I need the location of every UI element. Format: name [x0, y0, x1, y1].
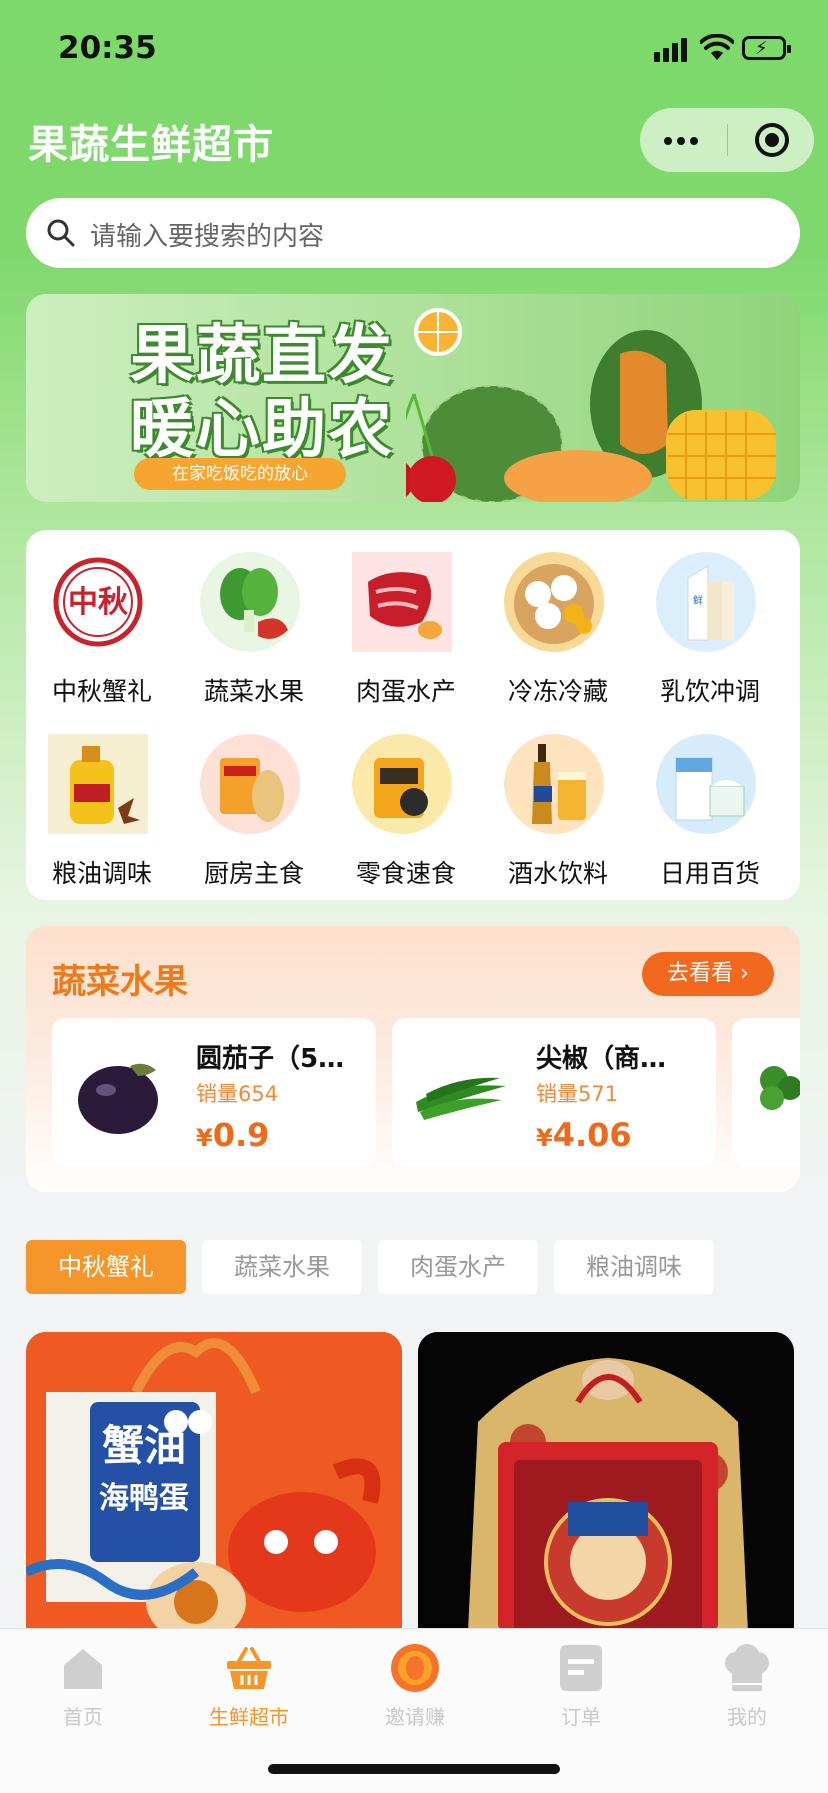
category-label: 乳饮冲调 [659, 677, 760, 706]
broccoli-image [760, 1066, 800, 1110]
category-item[interactable]: 蔬菜水果 [178, 530, 330, 706]
see-more-button[interactable]: 去看看 › [642, 952, 774, 996]
signal-icon [654, 36, 690, 62]
tab-label: 我的 [727, 1705, 767, 1729]
product-price: ¥4.06 [536, 1116, 632, 1154]
mooncake-seal-icon: 中秋 [48, 552, 148, 652]
category-item[interactable]: 厨房主食 [178, 712, 330, 888]
product-tile[interactable] [418, 1332, 794, 1632]
tab-invite-earn[interactable]: 邀请赚 [332, 1643, 498, 1733]
category-item[interactable]: 粮油调味 [26, 712, 178, 888]
section-title: 蔬菜水果 [52, 962, 188, 1002]
eggplant-image [78, 1063, 158, 1134]
product-sales: 销量654 [196, 1082, 279, 1106]
meat-icon [352, 552, 452, 652]
filter-tabs: 中秋蟹礼 蔬菜水果 肉蛋水产 粮油调味 [26, 1240, 806, 1294]
currency-symbol: ¥ [196, 1124, 213, 1152]
category-label: 酒水饮料 [507, 859, 608, 888]
search-input[interactable]: 请输入要搜索的内容 [90, 216, 324, 253]
tab-label: 邀请赚 [385, 1705, 445, 1729]
target-circle-icon[interactable] [754, 122, 790, 158]
tissue-icon [656, 734, 756, 834]
tab-fresh-market[interactable]: 生鲜超市 [166, 1643, 332, 1733]
tab-label: 生鲜超市 [209, 1705, 289, 1729]
category-label: 日用百货 [659, 859, 760, 888]
category-item[interactable]: 日用百货 [634, 712, 786, 888]
bread-icon [200, 734, 300, 834]
tab-mine[interactable]: 我的 [664, 1643, 828, 1733]
oil-icon [48, 734, 148, 834]
basket-icon [227, 1647, 271, 1689]
chevron-right-icon: › [740, 961, 749, 986]
category-label: 蔬菜水果 [203, 677, 304, 706]
category-item[interactable]: 肉蛋水产 [330, 530, 482, 706]
app-title: 果蔬生鲜超市 [28, 122, 274, 168]
mooncake-gift-box-image [418, 1332, 794, 1632]
product-sales: 销量571 [536, 1082, 619, 1106]
category-label: 粮油调味 [51, 859, 152, 888]
svg-text:鲜: 鲜 [693, 594, 703, 607]
category-item[interactable]: 鲜 乳饮冲调 [634, 530, 786, 706]
more-dots-icon[interactable] [664, 108, 724, 172]
product-card[interactable]: 尖椒（商… 销量571 ¥4.06 [392, 1018, 716, 1166]
capsule-divider [727, 124, 728, 156]
tab-home[interactable]: 首页 [0, 1643, 166, 1733]
svg-text:中秋: 中秋 [68, 585, 128, 620]
product-card-partial[interactable] [732, 1018, 800, 1166]
home-indicator [268, 1764, 560, 1774]
status-bar: 20:35 ⚡ [0, 0, 828, 100]
category-label: 肉蛋水产 [355, 677, 456, 706]
crab-oil-duck-egg-gift-box-image: 蟹油 海鸭蛋 [26, 1332, 402, 1632]
product-name: 尖椒（商… [536, 1044, 667, 1074]
vegetables-icon [200, 552, 300, 652]
snack-icon [352, 734, 452, 834]
wifi-icon [700, 34, 734, 60]
tab-orders[interactable]: 订单 [498, 1643, 664, 1733]
filter-tab[interactable]: 中秋蟹礼 [26, 1240, 186, 1294]
price-value: 0.9 [212, 1116, 270, 1154]
milk-icon: 鲜 [656, 552, 756, 652]
banner-fruit-illustration [406, 308, 776, 502]
promo-banner[interactable]: 果蔬直发 暖心助农 在家吃饭吃的放心 [26, 294, 800, 502]
featured-section: 蔬菜水果 去看看 › 圆茄子（5… 销量654 ¥0.9 尖椒（商… 销量571… [26, 926, 800, 1192]
see-more-label: 去看看 [667, 961, 734, 986]
category-item[interactable]: 中秋 中秋蟹礼 [26, 530, 178, 706]
category-item[interactable]: 零食速食 [330, 712, 482, 888]
product-price: ¥0.9 [196, 1116, 269, 1154]
category-label: 厨房主食 [203, 859, 304, 888]
price-value: 4.06 [552, 1116, 632, 1154]
mini-program-capsule [640, 108, 814, 172]
category-grid: 中秋 中秋蟹礼 蔬菜水果 肉蛋水产 冷冻冷藏 鲜 乳饮冲调 粮油调味 厨房主食 … [26, 530, 800, 900]
product-name: 圆茄子（5… [196, 1044, 345, 1074]
order-icon [560, 1645, 602, 1691]
category-label: 中秋蟹礼 [51, 677, 152, 706]
box-text-duck-egg: 海鸭蛋 [99, 1481, 189, 1516]
filter-tab[interactable]: 粮油调味 [554, 1240, 714, 1294]
tab-label: 订单 [561, 1705, 601, 1729]
filter-tab[interactable]: 蔬菜水果 [202, 1240, 362, 1294]
category-label: 冷冻冷藏 [507, 677, 608, 706]
banner-subtitle: 在家吃饭吃的放心 [134, 458, 346, 490]
dumplings-icon [504, 552, 604, 652]
battery-icon: ⚡ [742, 36, 791, 60]
home-icon [64, 1649, 102, 1689]
chef-hat-icon [725, 1644, 769, 1691]
currency-symbol: ¥ [536, 1124, 553, 1152]
search-icon [47, 219, 75, 247]
status-time: 20:35 [58, 30, 157, 66]
coin-icon [391, 1644, 439, 1692]
category-item[interactable]: 酒水饮料 [482, 712, 634, 888]
category-label: 零食速食 [355, 859, 456, 888]
filter-tab[interactable]: 肉蛋水产 [378, 1240, 538, 1294]
product-card[interactable]: 圆茄子（5… 销量654 ¥0.9 [52, 1018, 376, 1166]
tab-label: 首页 [63, 1705, 103, 1729]
category-item[interactable]: 冷冻冷藏 [482, 530, 634, 706]
banner-title-line2: 暖心助农 [130, 393, 394, 467]
green-pepper-image [416, 1077, 506, 1120]
search-bar[interactable]: 请输入要搜索的内容 [26, 198, 800, 268]
beer-icon [504, 734, 604, 834]
product-tile[interactable]: 蟹油 海鸭蛋 [26, 1332, 402, 1632]
